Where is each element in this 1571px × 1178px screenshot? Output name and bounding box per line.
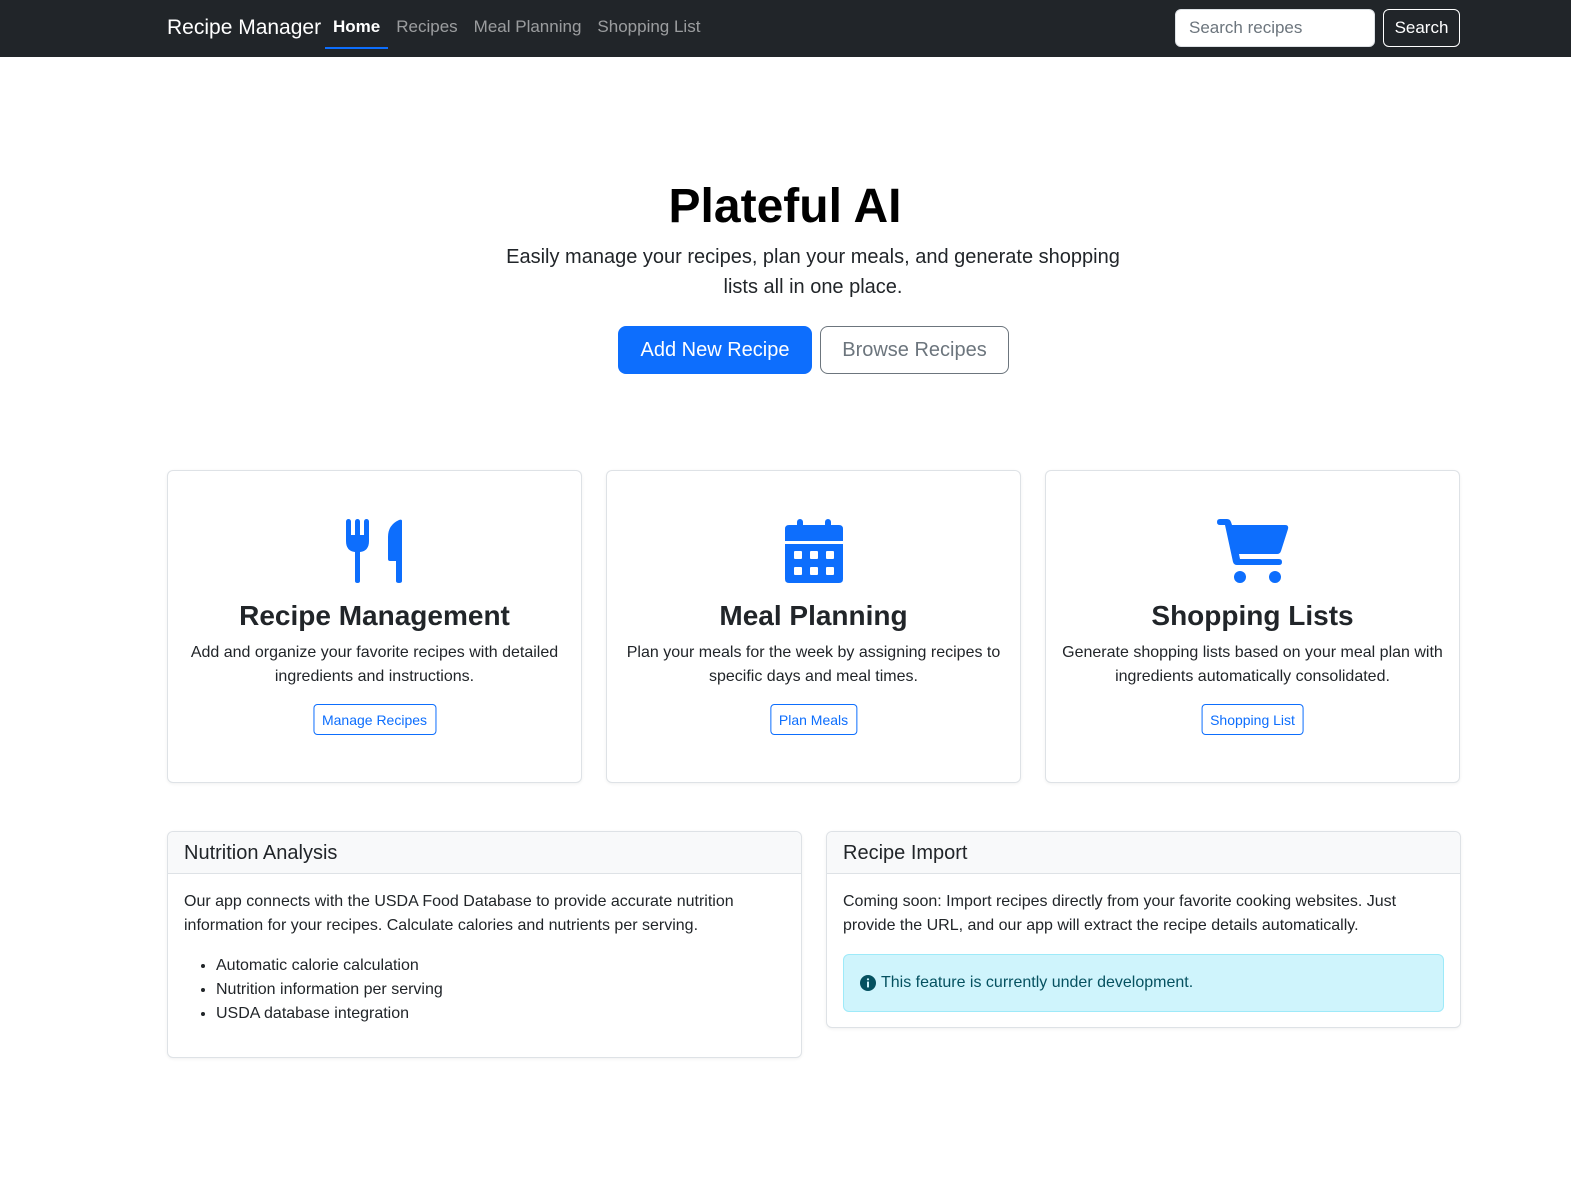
hero-lead: Easily manage your recipes, plan your me… xyxy=(506,246,1120,298)
cart-icon xyxy=(1046,519,1459,583)
card-text: Coming soon: Import recipes directly fro… xyxy=(843,893,1397,934)
browse-recipes-button[interactable]: Browse Recipes xyxy=(820,326,1009,374)
nav-link-meal-planning[interactable]: Meal Planning xyxy=(466,0,590,50)
add-new-recipe-button[interactable]: Add New Recipe xyxy=(618,326,812,374)
plan-meals-button[interactable]: Plan Meals xyxy=(769,704,858,735)
calendar-icon xyxy=(607,519,1020,583)
brand-link[interactable]: Recipe Manager xyxy=(167,14,321,42)
nutrition-analysis-card: Nutrition Analysis Our app connects with… xyxy=(167,831,802,1058)
list-item: Nutrition information per serving xyxy=(216,978,785,1002)
development-alert: This feature is currently under developm… xyxy=(843,954,1444,1012)
recipe-import-card: Recipe Import Coming soon: Import recipe… xyxy=(826,831,1461,1028)
search-input[interactable] xyxy=(1175,9,1375,47)
feature-title: Meal Planning xyxy=(719,600,908,631)
feature-text: Generate shopping lists based on your me… xyxy=(1062,644,1443,685)
card-header: Nutrition Analysis xyxy=(168,832,801,874)
info-circle-icon xyxy=(860,975,876,991)
card-header: Recipe Import xyxy=(827,832,1460,874)
feature-card-meal-planning: Meal Planning Plan your meals for the we… xyxy=(606,470,1021,783)
nav-link-home[interactable]: Home xyxy=(325,0,389,49)
shopping-list-button[interactable]: Shopping List xyxy=(1201,704,1304,735)
alert-text: This feature is currently under developm… xyxy=(881,974,1194,991)
nav-link-recipes[interactable]: Recipes xyxy=(388,0,465,50)
feature-title: Recipe Management xyxy=(239,600,510,631)
feature-text: Add and organize your favorite recipes w… xyxy=(190,644,559,685)
feature-text: Plan your meals for the week by assignin… xyxy=(626,644,1001,685)
card-body: Coming soon: Import recipes directly fro… xyxy=(827,874,1460,1028)
nav-link-shopping-list[interactable]: Shopping List xyxy=(589,0,708,50)
hero-title: Plateful AI xyxy=(668,180,902,233)
feature-card-recipe-management: Recipe Management Add and organize your … xyxy=(167,470,582,783)
top-navbar: Recipe Manager Home Recipes Meal Plannin… xyxy=(0,0,1571,57)
list-item: USDA database integration xyxy=(216,1002,785,1026)
nav-links: Home Recipes Meal Planning Shopping List xyxy=(325,0,708,57)
card-text: Our app connects with the USDA Food Data… xyxy=(184,893,734,934)
feature-list: Automatic calorie calculation Nutrition … xyxy=(184,954,785,1026)
manage-recipes-button[interactable]: Manage Recipes xyxy=(312,704,437,735)
feature-title: Shopping Lists xyxy=(1151,600,1354,631)
fork-knife-icon xyxy=(168,519,581,583)
search-button[interactable]: Search xyxy=(1383,9,1460,47)
card-body: Our app connects with the USDA Food Data… xyxy=(168,874,801,1042)
list-item: Automatic calorie calculation xyxy=(216,954,785,978)
feature-card-shopping-lists: Shopping Lists Generate shopping lists b… xyxy=(1045,470,1460,783)
